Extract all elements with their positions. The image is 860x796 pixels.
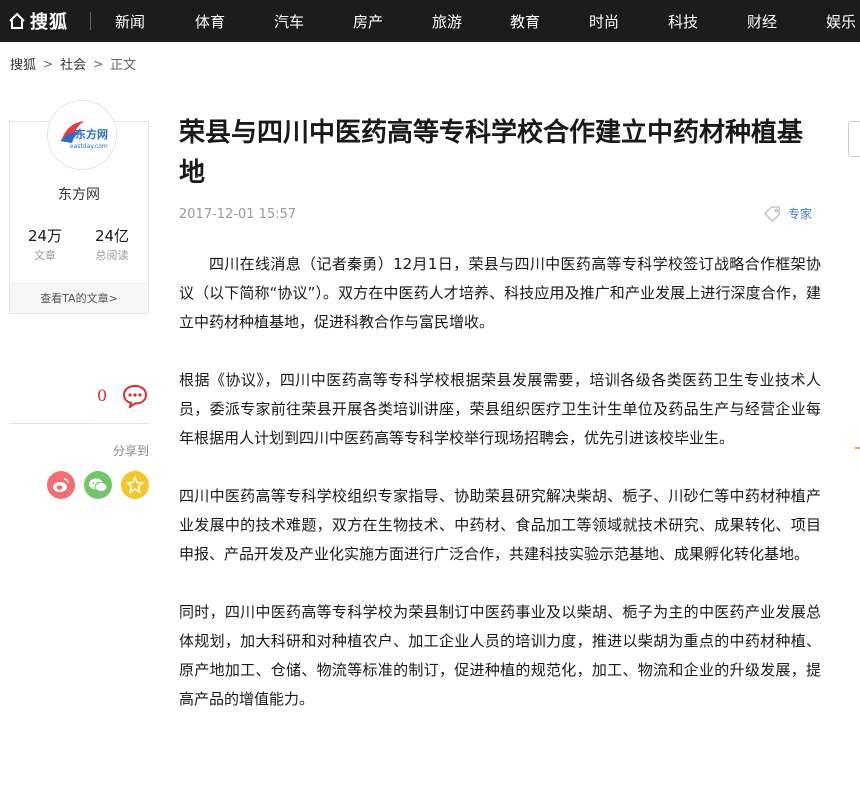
share-weibo-button[interactable] (47, 471, 75, 499)
nav-item-auto[interactable]: 汽车 (274, 11, 304, 32)
logo-text: 东方网 (75, 127, 108, 141)
article-tag[interactable]: 专家 (764, 205, 812, 222)
home-icon (9, 12, 25, 29)
publish-date: 2017-12-01 15:57 (179, 207, 297, 222)
reads-count: 24亿 (94, 227, 130, 245)
view-author-articles-link[interactable]: 查看TA的文章> (10, 283, 148, 313)
author-name[interactable]: 东方网 (10, 184, 148, 204)
reads-label: 总阅读 (95, 249, 129, 262)
sidebar-divider (9, 423, 149, 424)
right-sidebar-box[interactable] (848, 121, 860, 157)
nav-item-fashion[interactable]: 时尚 (589, 11, 619, 32)
logo-divider (90, 12, 91, 30)
nav-item-news[interactable]: 新闻 (115, 11, 145, 32)
weibo-icon (53, 478, 69, 492)
breadcrumb: 搜狐 > 社会 > 正文 (10, 54, 137, 74)
article-paragraph-4: 同时，四川中医药高等专科学校为荣县制订中医药事业及以柴胡、栀子为主的中医药产业发… (179, 603, 821, 708)
nav-item-realestate[interactable]: 房产 (353, 11, 383, 32)
article-paragraph-3: 四川中医药高等专科学校组织专家指导、协助荣县研究解决柴胡、栀子、川砂仁等中药材种… (179, 487, 821, 563)
share-wechat-button[interactable] (84, 471, 112, 499)
eastday-logo-icon: 东方网 eastday.com (60, 121, 108, 150)
breadcrumb-separator: > (43, 56, 54, 71)
share-label: 分享到 (112, 444, 149, 458)
article-paragraph-2: 根据《协议》，四川中医药高等专科学校根据荣县发展需要，培训各级各类医药卫生专业技… (179, 371, 821, 447)
comment-bubble-icon[interactable] (122, 384, 148, 408)
nav-item-travel[interactable]: 旅游 (432, 11, 462, 32)
logo-subtext: eastday.com (70, 143, 108, 150)
top-navigation-bar: 搜狐 新闻 体育 汽车 房产 旅游 教育 时尚 科技 财经 娱乐 (0, 0, 860, 42)
article-body: 四川在线消息（记者秦勇）12月1日，荣县与四川中医药高等专科学校签订战略合作框架… (179, 250, 821, 743)
article-paragraph-1: 四川在线消息（记者秦勇）12月1日，荣县与四川中医药高等专科学校签订战略合作框架… (179, 255, 821, 331)
breadcrumb-current: 正文 (110, 58, 137, 73)
favorite-button[interactable] (121, 471, 149, 499)
tag-label: 专家 (788, 207, 813, 221)
nav-item-tech[interactable]: 科技 (668, 11, 698, 32)
brand-name: 搜狐 (30, 12, 68, 33)
stat-articles: 24万 文章 (15, 225, 75, 263)
nav-item-entertainment[interactable]: 娱乐 (826, 11, 856, 32)
articles-label: 文章 (34, 249, 56, 262)
articles-count: 24万 (27, 227, 63, 245)
nav-item-education[interactable]: 教育 (510, 11, 540, 32)
breadcrumb-society[interactable]: 社会 (60, 54, 86, 73)
nav-item-finance[interactable]: 财经 (747, 11, 777, 32)
sohu-logo[interactable]: 搜狐 (8, 8, 68, 34)
stat-reads: 24亿 总阅读 (82, 225, 142, 263)
star-icon (126, 476, 144, 494)
comment-row: 0 (9, 382, 149, 412)
breadcrumb-separator: > (93, 56, 104, 71)
author-card: 东方网 eastday.com 东方网 24万 文章 24亿 总阅读 查看TA的… (9, 100, 149, 314)
breadcrumb-home[interactable]: 搜狐 (10, 54, 36, 73)
wechat-icon (89, 478, 108, 492)
author-avatar[interactable]: 东方网 eastday.com (47, 100, 117, 170)
comment-count[interactable]: 0 (97, 386, 107, 405)
tag-icon (764, 205, 780, 222)
article-title: 荣县与四川中医药高等专科学校合作建立中药材种植基地 (179, 118, 804, 188)
nav-item-sports[interactable]: 体育 (195, 11, 225, 32)
right-sidebar-marker (855, 447, 860, 449)
